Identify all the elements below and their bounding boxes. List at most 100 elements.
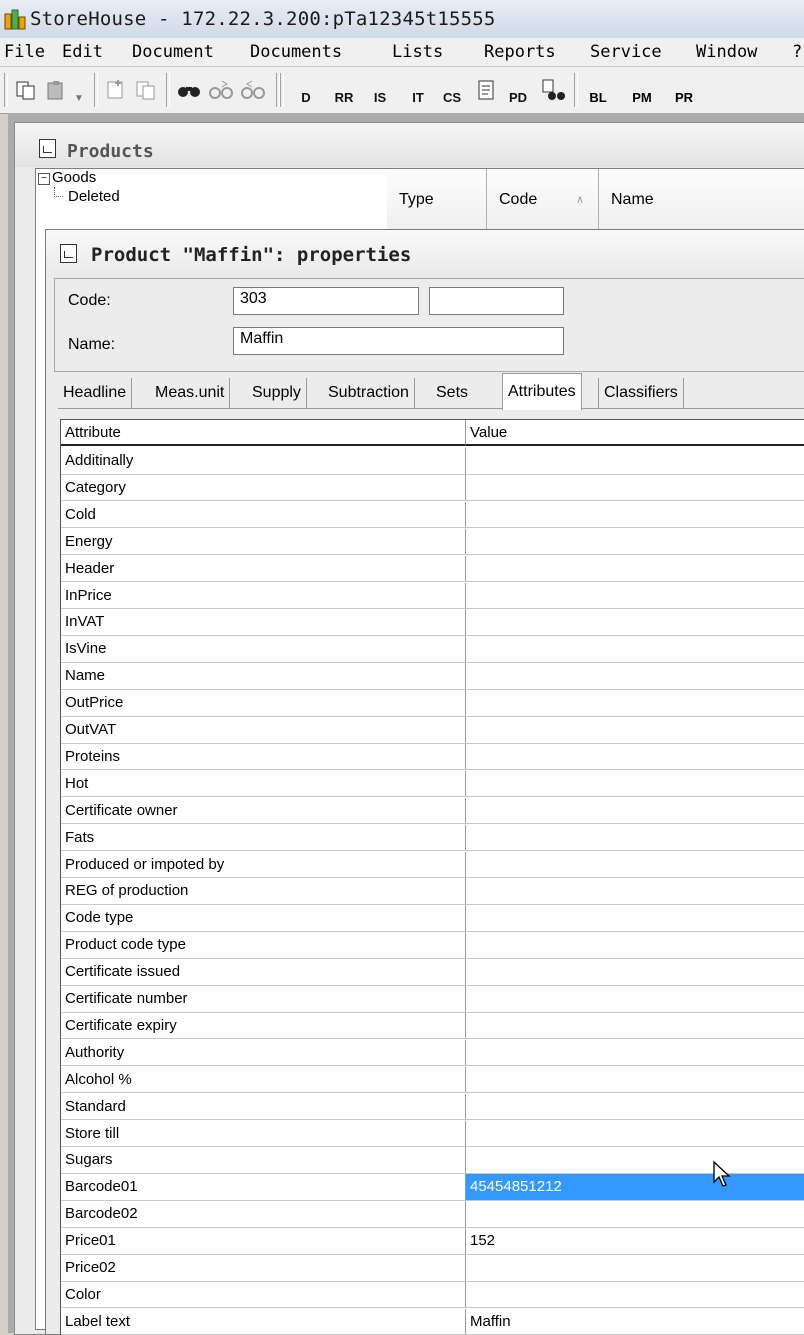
- attribute-name-cell[interactable]: InPrice: [61, 582, 466, 608]
- attribute-value-cell[interactable]: [466, 1201, 804, 1227]
- attribute-name-cell[interactable]: Code type: [61, 905, 466, 931]
- table-row[interactable]: InPrice: [61, 582, 804, 609]
- attribute-value-cell[interactable]: [466, 932, 804, 958]
- doc-pd-button[interactable]: PD: [504, 76, 532, 104]
- tab-meas-unit[interactable]: Meas.unit: [150, 378, 231, 408]
- menu-window[interactable]: Window: [696, 42, 757, 62]
- attribute-value-cell[interactable]: [466, 529, 804, 555]
- doc-it-button[interactable]: IT: [406, 76, 430, 104]
- table-row[interactable]: Code type: [61, 905, 804, 932]
- attribute-name-cell[interactable]: Energy: [61, 528, 466, 555]
- attribute-name-cell[interactable]: Product code type: [61, 932, 466, 958]
- table-row[interactable]: Sugars: [61, 1147, 804, 1174]
- tab-attributes[interactable]: Attributes: [502, 373, 582, 410]
- table-row[interactable]: Fats: [61, 824, 804, 852]
- table-row[interactable]: Color: [61, 1281, 804, 1309]
- name-input[interactable]: Maffin: [233, 327, 564, 355]
- attribute-value-cell[interactable]: [466, 1040, 804, 1066]
- attribute-value-cell[interactable]: 152: [466, 1228, 804, 1254]
- attribute-value-cell[interactable]: [466, 1013, 804, 1039]
- table-row[interactable]: OutVAT: [61, 717, 804, 744]
- table-row[interactable]: Energy: [61, 528, 804, 556]
- attribute-name-cell[interactable]: Additinally: [61, 448, 466, 474]
- attribute-name-cell[interactable]: Hot: [61, 770, 466, 797]
- attribute-name-cell[interactable]: Alcohol %: [61, 1066, 466, 1093]
- table-row[interactable]: Header: [61, 555, 804, 583]
- attribute-name-cell[interactable]: Barcode02: [61, 1201, 466, 1227]
- table-row[interactable]: Hot: [61, 770, 804, 798]
- table-row[interactable]: Certificate issued: [61, 959, 804, 986]
- attribute-value-cell[interactable]: [466, 852, 804, 878]
- add-record-icon[interactable]: [104, 76, 128, 104]
- attribute-name-cell[interactable]: Produced or impoted by: [61, 851, 466, 877]
- menu-help[interactable]: ?: [792, 42, 802, 62]
- attribute-value-cell[interactable]: [466, 1282, 804, 1308]
- tab-classifiers[interactable]: Classifiers: [598, 378, 684, 408]
- attribute-name-cell[interactable]: Fats: [61, 824, 466, 851]
- list-pr-button[interactable]: PR: [668, 76, 700, 104]
- list-pm-button[interactable]: PM: [626, 76, 658, 104]
- table-row[interactable]: Certificate owner: [61, 797, 804, 825]
- column-header-name[interactable]: Name: [599, 169, 804, 231]
- table-row[interactable]: Store till: [61, 1120, 804, 1147]
- attribute-value-cell[interactable]: [466, 1067, 804, 1093]
- find-icon[interactable]: [176, 76, 202, 104]
- tab-headline[interactable]: Headline: [58, 378, 133, 408]
- find-previous-icon[interactable]: [240, 76, 266, 104]
- paste-icon[interactable]: [44, 76, 68, 104]
- column-header-value[interactable]: Value: [466, 420, 804, 446]
- table-row[interactable]: Additinally: [61, 448, 804, 475]
- attribute-value-cell[interactable]: [466, 878, 804, 904]
- attribute-value-cell[interactable]: [466, 448, 804, 474]
- table-row[interactable]: Certificate expiry: [61, 1012, 804, 1040]
- table-row[interactable]: Alcohol %: [61, 1066, 804, 1094]
- attribute-value-cell[interactable]: [466, 636, 804, 662]
- table-row[interactable]: Price02: [61, 1255, 804, 1282]
- table-row[interactable]: Produced or impoted by: [61, 851, 804, 878]
- attribute-name-cell[interactable]: Authority: [61, 1039, 466, 1066]
- attribute-value-cell[interactable]: [466, 986, 804, 1012]
- attribute-name-cell[interactable]: Standard: [61, 1093, 466, 1120]
- attribute-name-cell[interactable]: Certificate expiry: [61, 1012, 466, 1039]
- menu-file[interactable]: File: [4, 42, 45, 62]
- attribute-value-cell[interactable]: [466, 663, 804, 689]
- tab-subtraction[interactable]: Subtraction: [323, 378, 415, 408]
- attribute-name-cell[interactable]: InVAT: [61, 609, 466, 635]
- attribute-name-cell[interactable]: Store till: [61, 1120, 466, 1146]
- document-find-icon[interactable]: [540, 76, 566, 104]
- menu-edit[interactable]: Edit: [62, 42, 103, 62]
- code-input[interactable]: 303: [233, 287, 419, 315]
- attribute-name-cell[interactable]: Certificate owner: [61, 797, 466, 824]
- attribute-value-cell[interactable]: [466, 609, 804, 635]
- attribute-name-cell[interactable]: OutVAT: [61, 717, 466, 743]
- table-row[interactable]: Certificate number: [61, 986, 804, 1013]
- attribute-value-cell[interactable]: [466, 502, 804, 528]
- table-row[interactable]: Name: [61, 663, 804, 690]
- doc-is-button[interactable]: IS: [368, 76, 392, 104]
- attribute-name-cell[interactable]: Header: [61, 555, 466, 582]
- table-row[interactable]: Authority: [61, 1039, 804, 1067]
- attribute-name-cell[interactable]: Sugars: [61, 1147, 466, 1173]
- column-header-code[interactable]: Code ∧: [487, 169, 599, 231]
- attribute-value-cell[interactable]: 4545485121​2: [466, 1174, 804, 1200]
- table-row[interactable]: Barcode01 4545485121​2: [61, 1174, 804, 1201]
- products-window-titlebar[interactable]: Products: [15, 123, 804, 167]
- attribute-value-cell[interactable]: [466, 475, 804, 501]
- properties-window-titlebar[interactable]: Product "Maffin": properties: [46, 230, 804, 278]
- menu-reports[interactable]: Reports: [484, 42, 556, 62]
- attribute-name-cell[interactable]: Color: [61, 1281, 466, 1308]
- attribute-name-cell[interactable]: Cold: [61, 501, 466, 528]
- copy-icon[interactable]: [14, 76, 38, 104]
- attribute-name-cell[interactable]: Barcode01: [61, 1174, 466, 1200]
- attribute-value-cell[interactable]: [466, 744, 804, 770]
- tree-node-deleted[interactable]: Deleted: [68, 188, 120, 205]
- attribute-value-cell[interactable]: Maffin: [466, 1309, 804, 1335]
- attribute-name-cell[interactable]: Price02: [61, 1255, 466, 1281]
- table-row[interactable]: OutPrice: [61, 690, 804, 717]
- menu-lists[interactable]: Lists: [392, 42, 443, 62]
- menu-document[interactable]: Document: [132, 42, 214, 62]
- table-row[interactable]: Label text Maffin: [61, 1308, 804, 1335]
- tab-sets[interactable]: Sets: [431, 378, 473, 408]
- menu-documents[interactable]: Documents: [250, 42, 342, 62]
- table-row[interactable]: Barcode02: [61, 1201, 804, 1228]
